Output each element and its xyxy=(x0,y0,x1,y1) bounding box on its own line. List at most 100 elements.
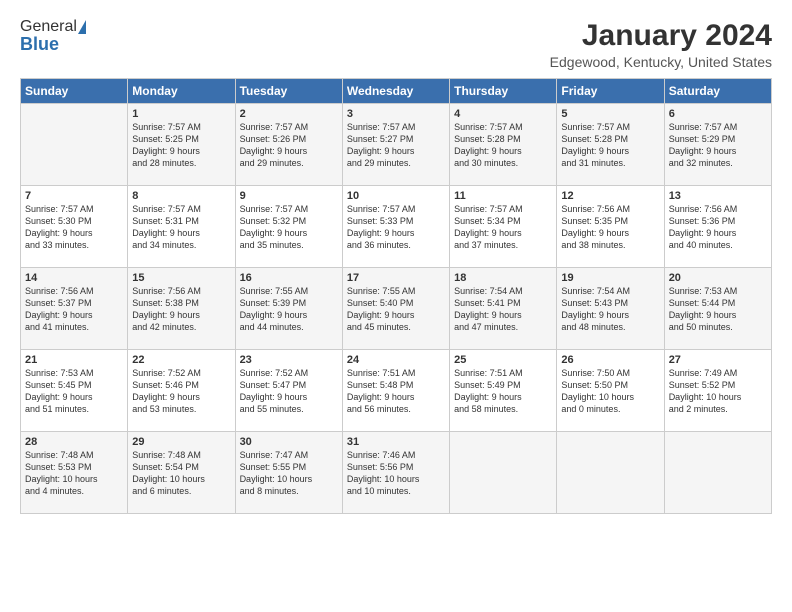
cell-content: Sunrise: 7:49 AM Sunset: 5:52 PM Dayligh… xyxy=(669,367,767,416)
day-number: 5 xyxy=(561,108,659,120)
logo-blue-text: Blue xyxy=(20,34,59,55)
week-row-5: 28Sunrise: 7:48 AM Sunset: 5:53 PM Dayli… xyxy=(21,432,772,514)
header: General Blue January 2024 Edgewood, Kent… xyxy=(20,18,772,70)
calendar-cell: 30Sunrise: 7:47 AM Sunset: 5:55 PM Dayli… xyxy=(235,432,342,514)
header-cell-friday: Friday xyxy=(557,79,664,104)
page: General Blue January 2024 Edgewood, Kent… xyxy=(0,0,792,612)
calendar-cell: 9Sunrise: 7:57 AM Sunset: 5:32 PM Daylig… xyxy=(235,186,342,268)
day-number: 1 xyxy=(132,108,230,120)
calendar-cell: 28Sunrise: 7:48 AM Sunset: 5:53 PM Dayli… xyxy=(21,432,128,514)
day-number: 18 xyxy=(454,272,552,284)
calendar-cell: 20Sunrise: 7:53 AM Sunset: 5:44 PM Dayli… xyxy=(664,268,771,350)
day-number: 22 xyxy=(132,354,230,366)
day-number: 26 xyxy=(561,354,659,366)
cell-content: Sunrise: 7:57 AM Sunset: 5:28 PM Dayligh… xyxy=(454,121,552,170)
cell-content: Sunrise: 7:57 AM Sunset: 5:25 PM Dayligh… xyxy=(132,121,230,170)
cell-content: Sunrise: 7:55 AM Sunset: 5:39 PM Dayligh… xyxy=(240,285,338,334)
cell-content: Sunrise: 7:57 AM Sunset: 5:34 PM Dayligh… xyxy=(454,203,552,252)
subtitle: Edgewood, Kentucky, United States xyxy=(550,54,772,70)
cell-content: Sunrise: 7:57 AM Sunset: 5:29 PM Dayligh… xyxy=(669,121,767,170)
day-number: 14 xyxy=(25,272,123,284)
calendar-cell xyxy=(557,432,664,514)
header-cell-wednesday: Wednesday xyxy=(342,79,449,104)
calendar-cell: 26Sunrise: 7:50 AM Sunset: 5:50 PM Dayli… xyxy=(557,350,664,432)
calendar-cell: 15Sunrise: 7:56 AM Sunset: 5:38 PM Dayli… xyxy=(128,268,235,350)
cell-content: Sunrise: 7:56 AM Sunset: 5:38 PM Dayligh… xyxy=(132,285,230,334)
day-number: 12 xyxy=(561,190,659,202)
cell-content: Sunrise: 7:47 AM Sunset: 5:55 PM Dayligh… xyxy=(240,449,338,498)
calendar-cell: 31Sunrise: 7:46 AM Sunset: 5:56 PM Dayli… xyxy=(342,432,449,514)
cell-content: Sunrise: 7:48 AM Sunset: 5:54 PM Dayligh… xyxy=(132,449,230,498)
cell-content: Sunrise: 7:57 AM Sunset: 5:33 PM Dayligh… xyxy=(347,203,445,252)
day-number: 21 xyxy=(25,354,123,366)
calendar-cell: 4Sunrise: 7:57 AM Sunset: 5:28 PM Daylig… xyxy=(450,104,557,186)
week-row-1: 1Sunrise: 7:57 AM Sunset: 5:25 PM Daylig… xyxy=(21,104,772,186)
calendar-cell: 8Sunrise: 7:57 AM Sunset: 5:31 PM Daylig… xyxy=(128,186,235,268)
cell-content: Sunrise: 7:50 AM Sunset: 5:50 PM Dayligh… xyxy=(561,367,659,416)
day-number: 15 xyxy=(132,272,230,284)
calendar-cell: 17Sunrise: 7:55 AM Sunset: 5:40 PM Dayli… xyxy=(342,268,449,350)
calendar-cell: 29Sunrise: 7:48 AM Sunset: 5:54 PM Dayli… xyxy=(128,432,235,514)
cell-content: Sunrise: 7:55 AM Sunset: 5:40 PM Dayligh… xyxy=(347,285,445,334)
day-number: 9 xyxy=(240,190,338,202)
calendar-cell: 10Sunrise: 7:57 AM Sunset: 5:33 PM Dayli… xyxy=(342,186,449,268)
cell-content: Sunrise: 7:57 AM Sunset: 5:31 PM Dayligh… xyxy=(132,203,230,252)
header-cell-thursday: Thursday xyxy=(450,79,557,104)
calendar-cell: 3Sunrise: 7:57 AM Sunset: 5:27 PM Daylig… xyxy=(342,104,449,186)
calendar-cell: 21Sunrise: 7:53 AM Sunset: 5:45 PM Dayli… xyxy=(21,350,128,432)
calendar-cell: 22Sunrise: 7:52 AM Sunset: 5:46 PM Dayli… xyxy=(128,350,235,432)
day-number: 19 xyxy=(561,272,659,284)
day-number: 30 xyxy=(240,436,338,448)
day-number: 11 xyxy=(454,190,552,202)
cell-content: Sunrise: 7:57 AM Sunset: 5:32 PM Dayligh… xyxy=(240,203,338,252)
calendar-cell xyxy=(450,432,557,514)
day-number: 23 xyxy=(240,354,338,366)
week-row-2: 7Sunrise: 7:57 AM Sunset: 5:30 PM Daylig… xyxy=(21,186,772,268)
week-row-3: 14Sunrise: 7:56 AM Sunset: 5:37 PM Dayli… xyxy=(21,268,772,350)
logo-triangle-icon xyxy=(78,20,86,34)
cell-content: Sunrise: 7:57 AM Sunset: 5:30 PM Dayligh… xyxy=(25,203,123,252)
cell-content: Sunrise: 7:56 AM Sunset: 5:35 PM Dayligh… xyxy=(561,203,659,252)
calendar-cell: 13Sunrise: 7:56 AM Sunset: 5:36 PM Dayli… xyxy=(664,186,771,268)
cell-content: Sunrise: 7:57 AM Sunset: 5:27 PM Dayligh… xyxy=(347,121,445,170)
cell-content: Sunrise: 7:46 AM Sunset: 5:56 PM Dayligh… xyxy=(347,449,445,498)
calendar-cell: 14Sunrise: 7:56 AM Sunset: 5:37 PM Dayli… xyxy=(21,268,128,350)
cell-content: Sunrise: 7:53 AM Sunset: 5:45 PM Dayligh… xyxy=(25,367,123,416)
cell-content: Sunrise: 7:54 AM Sunset: 5:43 PM Dayligh… xyxy=(561,285,659,334)
calendar-cell: 2Sunrise: 7:57 AM Sunset: 5:26 PM Daylig… xyxy=(235,104,342,186)
day-number: 2 xyxy=(240,108,338,120)
calendar-cell: 27Sunrise: 7:49 AM Sunset: 5:52 PM Dayli… xyxy=(664,350,771,432)
cell-content: Sunrise: 7:56 AM Sunset: 5:37 PM Dayligh… xyxy=(25,285,123,334)
header-cell-tuesday: Tuesday xyxy=(235,79,342,104)
calendar-cell: 25Sunrise: 7:51 AM Sunset: 5:49 PM Dayli… xyxy=(450,350,557,432)
calendar-cell: 19Sunrise: 7:54 AM Sunset: 5:43 PM Dayli… xyxy=(557,268,664,350)
cell-content: Sunrise: 7:51 AM Sunset: 5:49 PM Dayligh… xyxy=(454,367,552,416)
header-cell-saturday: Saturday xyxy=(664,79,771,104)
day-number: 6 xyxy=(669,108,767,120)
day-number: 7 xyxy=(25,190,123,202)
calendar-cell: 1Sunrise: 7:57 AM Sunset: 5:25 PM Daylig… xyxy=(128,104,235,186)
day-number: 4 xyxy=(454,108,552,120)
calendar-table: SundayMondayTuesdayWednesdayThursdayFrid… xyxy=(20,78,772,514)
calendar-cell: 24Sunrise: 7:51 AM Sunset: 5:48 PM Dayli… xyxy=(342,350,449,432)
day-number: 25 xyxy=(454,354,552,366)
cell-content: Sunrise: 7:51 AM Sunset: 5:48 PM Dayligh… xyxy=(347,367,445,416)
day-number: 27 xyxy=(669,354,767,366)
calendar-cell: 18Sunrise: 7:54 AM Sunset: 5:41 PM Dayli… xyxy=(450,268,557,350)
cell-content: Sunrise: 7:53 AM Sunset: 5:44 PM Dayligh… xyxy=(669,285,767,334)
header-cell-sunday: Sunday xyxy=(21,79,128,104)
cell-content: Sunrise: 7:56 AM Sunset: 5:36 PM Dayligh… xyxy=(669,203,767,252)
logo: General Blue xyxy=(20,18,87,55)
title-area: January 2024 Edgewood, Kentucky, United … xyxy=(550,18,772,70)
cell-content: Sunrise: 7:48 AM Sunset: 5:53 PM Dayligh… xyxy=(25,449,123,498)
cell-content: Sunrise: 7:54 AM Sunset: 5:41 PM Dayligh… xyxy=(454,285,552,334)
calendar-cell: 23Sunrise: 7:52 AM Sunset: 5:47 PM Dayli… xyxy=(235,350,342,432)
cell-content: Sunrise: 7:52 AM Sunset: 5:47 PM Dayligh… xyxy=(240,367,338,416)
day-number: 20 xyxy=(669,272,767,284)
main-title: January 2024 xyxy=(550,18,772,54)
calendar-cell: 6Sunrise: 7:57 AM Sunset: 5:29 PM Daylig… xyxy=(664,104,771,186)
cell-content: Sunrise: 7:57 AM Sunset: 5:26 PM Dayligh… xyxy=(240,121,338,170)
day-number: 3 xyxy=(347,108,445,120)
day-number: 29 xyxy=(132,436,230,448)
header-cell-monday: Monday xyxy=(128,79,235,104)
